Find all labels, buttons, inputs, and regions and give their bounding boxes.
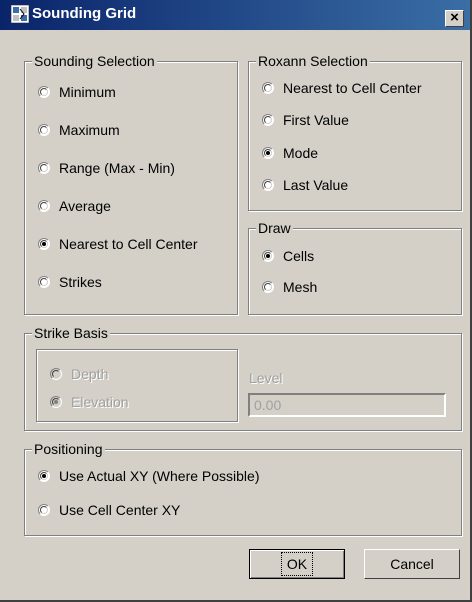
radio-icon bbox=[50, 368, 62, 380]
sounding-option-maximum[interactable]: Maximum bbox=[38, 120, 120, 140]
option-label: Range (Max - Min) bbox=[59, 160, 175, 176]
sounding-grid-dialog: Sounding Grid × Sounding Selection Minim… bbox=[0, 0, 472, 602]
draw-option-mesh[interactable]: Mesh bbox=[262, 277, 317, 297]
radio-icon bbox=[38, 124, 50, 136]
positioning-legend: Positioning bbox=[32, 441, 105, 457]
radio-icon bbox=[262, 250, 274, 262]
option-label: Mesh bbox=[283, 279, 318, 295]
grid-app-icon bbox=[11, 5, 29, 23]
window-title: Sounding Grid bbox=[32, 5, 137, 22]
sounding-option-range[interactable]: Range (Max - Min) bbox=[38, 158, 175, 178]
option-label: Use Actual XY (Where Possible) bbox=[59, 468, 260, 484]
sounding-option-average[interactable]: Average bbox=[38, 196, 111, 216]
close-icon[interactable]: × bbox=[445, 10, 464, 27]
sounding-selection-legend: Sounding Selection bbox=[32, 53, 157, 69]
sounding-option-strikes[interactable]: Strikes bbox=[38, 272, 102, 292]
strike-option-elevation[interactable]: Elevation bbox=[50, 392, 129, 412]
option-label: Depth bbox=[71, 366, 109, 382]
roxann-option-last-value[interactable]: Last Value bbox=[262, 175, 348, 195]
roxann-selection-legend: Roxann Selection bbox=[256, 53, 370, 69]
option-label: Cells bbox=[283, 248, 315, 264]
draw-option-cells[interactable]: Cells bbox=[262, 246, 314, 266]
option-label: Use Cell Center XY bbox=[59, 502, 181, 518]
positioning-option-use-cell-center-xy[interactable]: Use Cell Center XY bbox=[38, 500, 180, 520]
radio-icon bbox=[38, 504, 50, 516]
ok-button[interactable]: OK bbox=[249, 549, 345, 579]
roxann-option-mode[interactable]: Mode bbox=[262, 143, 318, 163]
option-label: Strikes bbox=[59, 274, 102, 290]
radio-icon bbox=[262, 114, 274, 126]
radio-icon bbox=[38, 276, 50, 288]
title-bar[interactable]: Sounding Grid × bbox=[0, 0, 470, 30]
radio-icon bbox=[38, 162, 50, 174]
roxann-option-nearest-to-cell-center[interactable]: Nearest to Cell Center bbox=[262, 78, 422, 98]
option-label: Elevation bbox=[71, 394, 129, 410]
level-label: Level bbox=[249, 370, 283, 386]
option-label: First Value bbox=[283, 112, 349, 128]
sounding-option-nearest-to-cell-center[interactable]: Nearest to Cell Center bbox=[38, 234, 198, 254]
option-label: Mode bbox=[283, 145, 319, 161]
sounding-option-minimum[interactable]: Minimum bbox=[38, 82, 116, 102]
strike-option-depth[interactable]: Depth bbox=[50, 364, 108, 384]
radio-icon bbox=[38, 200, 50, 212]
radio-icon bbox=[262, 281, 274, 293]
option-label: Minimum bbox=[59, 84, 116, 100]
positioning-option-use-actual-xy[interactable]: Use Actual XY (Where Possible) bbox=[38, 466, 260, 486]
roxann-option-first-value[interactable]: First Value bbox=[262, 110, 349, 130]
radio-icon bbox=[262, 179, 274, 191]
level-field[interactable] bbox=[248, 393, 446, 417]
draw-legend: Draw bbox=[256, 220, 293, 236]
ok-button-label: OK bbox=[280, 552, 314, 576]
radio-icon bbox=[38, 86, 50, 98]
radio-icon bbox=[262, 82, 274, 94]
cancel-button[interactable]: Cancel bbox=[364, 549, 460, 579]
cancel-button-label: Cancel bbox=[390, 556, 434, 572]
strike-basis-legend: Strike Basis bbox=[32, 325, 110, 341]
radio-icon bbox=[262, 147, 274, 159]
option-label: Nearest to Cell Center bbox=[59, 236, 198, 252]
option-label: Last Value bbox=[283, 177, 349, 193]
option-label: Average bbox=[59, 198, 111, 214]
draw-group: Draw bbox=[248, 220, 462, 315]
radio-icon bbox=[50, 396, 62, 408]
option-label: Maximum bbox=[59, 122, 120, 138]
radio-icon bbox=[38, 238, 50, 250]
radio-icon bbox=[38, 470, 50, 482]
positioning-group: Positioning bbox=[24, 441, 462, 536]
option-label: Nearest to Cell Center bbox=[283, 80, 422, 96]
